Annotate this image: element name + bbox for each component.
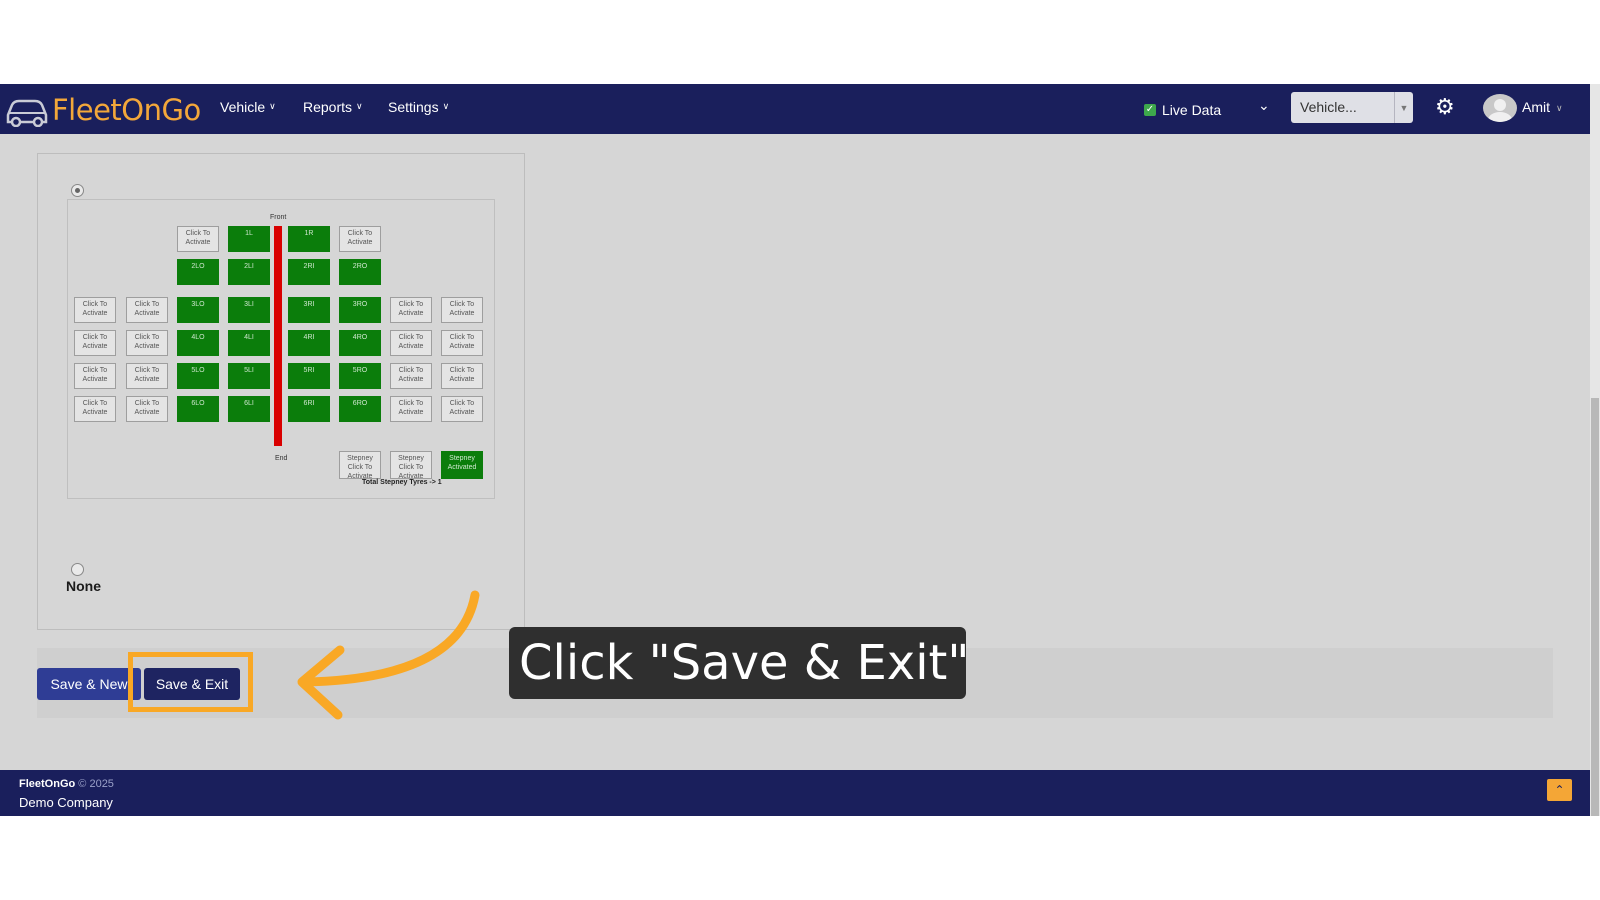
page-footer: FleetOnGo © 2025 Demo Company ⌃ [0, 770, 1590, 816]
tyre-slot-inactive[interactable]: Click To Activate [126, 297, 168, 323]
save-and-new-button[interactable]: Save & New [37, 668, 141, 700]
tyre-5lo[interactable]: 5LO [177, 363, 219, 389]
tyre-3li[interactable]: 3LI [228, 297, 270, 323]
tyre-1l[interactable]: 1L [228, 226, 270, 252]
scrollbar-thumb[interactable] [1591, 398, 1599, 816]
stepney-slot-inactive[interactable]: Stepney Click To Activate [390, 451, 432, 480]
brand-name: FleetOnGo [52, 93, 201, 127]
brand-logo[interactable]: FleetOnGo [4, 90, 201, 130]
chevron-down-icon: ∨ [356, 100, 363, 111]
tyre-2li[interactable]: 2LI [228, 259, 270, 285]
chevron-down-icon: ∨ [442, 100, 450, 111]
tyre-slot-inactive[interactable]: Click To Activate [390, 330, 432, 356]
top-navbar: FleetOnGo Vehicle ∨ Reports ∨ Settings ∨… [0, 84, 1590, 134]
car-logo-icon [6, 99, 48, 127]
tyre-6ri[interactable]: 6RI [288, 396, 330, 422]
chevron-down-icon: ∨ [1556, 103, 1563, 113]
tyre-slot-inactive[interactable]: Click To Activate [441, 363, 483, 389]
tyre-4li[interactable]: 4LI [228, 330, 270, 356]
footer-copyright: © 2025 [78, 778, 114, 790]
tyre-slot-inactive[interactable]: Click To Activate [74, 330, 116, 356]
tyre-5li[interactable]: 5LI [228, 363, 270, 389]
avatar-body [1488, 112, 1512, 122]
avatar-head [1494, 99, 1506, 111]
layout-radio-selected[interactable] [71, 184, 84, 197]
vehicle-select-placeholder: Vehicle... [1300, 99, 1357, 115]
tyre-slot-inactive[interactable]: Click To Activate [74, 363, 116, 389]
brand-name-part2: On [121, 93, 162, 127]
stepney-active[interactable]: Stepney Activated [441, 451, 483, 479]
vehicle-select[interactable]: Vehicle... ▼ [1291, 92, 1413, 123]
tyre-5ri[interactable]: 5RI [288, 363, 330, 389]
brand-name-part3: Go [161, 93, 202, 127]
menu-reports-label: Reports [303, 99, 353, 115]
menu-settings-label: Settings [388, 99, 439, 115]
tyre-5ro[interactable]: 5RO [339, 363, 381, 389]
menu-vehicle-label: Vehicle [220, 99, 266, 115]
tyre-slot-inactive[interactable]: Click To Activate [339, 226, 381, 252]
tyre-slot-inactive[interactable]: Click To Activate [441, 396, 483, 422]
chevron-down-icon[interactable]: ⌄ [1258, 98, 1270, 114]
none-option-label: None [66, 578, 101, 594]
tyre-slot-inactive[interactable]: Click To Activate [390, 297, 432, 323]
tyre-6li[interactable]: 6LI [228, 396, 270, 422]
stepney-slot-inactive[interactable]: Stepney Click To Activate [339, 451, 381, 480]
stepney-total-label: Total Stepney Tyres -> 1 [362, 479, 442, 486]
user-name: Amit [1522, 99, 1550, 115]
tyre-slot-inactive[interactable]: Click To Activate [74, 297, 116, 323]
tyre-4lo[interactable]: 4LO [177, 330, 219, 356]
curved-arrow-icon [297, 590, 480, 720]
footer-brand: FleetOnGo © 2025 [19, 778, 114, 790]
brand-name-part1: Fleet [52, 93, 122, 127]
front-label: Front [270, 214, 287, 221]
tyre-6lo[interactable]: 6LO [177, 396, 219, 422]
menu-vehicle[interactable]: Vehicle ∨ [220, 99, 276, 115]
live-data-toggle[interactable]: ✓ Live Data [1144, 102, 1221, 118]
tyre-2lo[interactable]: 2LO [177, 259, 219, 285]
tyre-slot-inactive[interactable]: Click To Activate [390, 363, 432, 389]
footer-company: Demo Company [19, 795, 113, 810]
chevron-down-icon: ∨ [269, 100, 276, 111]
tyre-4ro[interactable]: 4RO [339, 330, 381, 356]
tyre-2ri[interactable]: 2RI [288, 259, 330, 285]
tyre-slot-inactive[interactable]: Click To Activate [441, 330, 483, 356]
scroll-to-top-icon[interactable]: ⌃ [1547, 779, 1572, 801]
gear-icon[interactable]: ⚙ [1435, 96, 1455, 120]
tutorial-callout: Click "Save & Exit" [509, 627, 969, 699]
tyre-slot-inactive[interactable]: Click To Activate [126, 330, 168, 356]
live-data-label: Live Data [1162, 102, 1222, 118]
dropdown-arrow-icon[interactable]: ▼ [1394, 92, 1413, 123]
tyre-3ro[interactable]: 3RO [339, 297, 381, 323]
axle-line [274, 226, 282, 446]
tyre-1r[interactable]: 1R [288, 226, 330, 252]
highlight-box [128, 652, 253, 712]
none-radio[interactable] [71, 563, 84, 576]
user-menu[interactable]: Amit ∨ [1522, 99, 1563, 115]
tyre-slot-inactive[interactable]: Click To Activate [126, 363, 168, 389]
tyre-3ri[interactable]: 3RI [288, 297, 330, 323]
menu-reports[interactable]: Reports ∨ [303, 99, 363, 115]
avatar[interactable] [1483, 94, 1517, 122]
tyre-4ri[interactable]: 4RI [288, 330, 330, 356]
tyre-2ro[interactable]: 2RO [339, 259, 381, 285]
tyre-slot-inactive[interactable]: Click To Activate [390, 396, 432, 422]
tyre-6ro[interactable]: 6RO [339, 396, 381, 422]
checkbox-checked-icon[interactable]: ✓ [1144, 104, 1156, 116]
tyre-3lo[interactable]: 3LO [177, 297, 219, 323]
end-label: End [275, 455, 288, 462]
tyre-slot-inactive[interactable]: Click To Activate [126, 396, 168, 422]
menu-settings[interactable]: Settings ∨ [388, 99, 449, 115]
tyre-slot-inactive[interactable]: Click To Activate [74, 396, 116, 422]
footer-brand-name: FleetOnGo [19, 778, 76, 790]
tyre-slot-inactive[interactable]: Click To Activate [441, 297, 483, 323]
tyre-slot-inactive[interactable]: Click To Activate [177, 226, 219, 252]
